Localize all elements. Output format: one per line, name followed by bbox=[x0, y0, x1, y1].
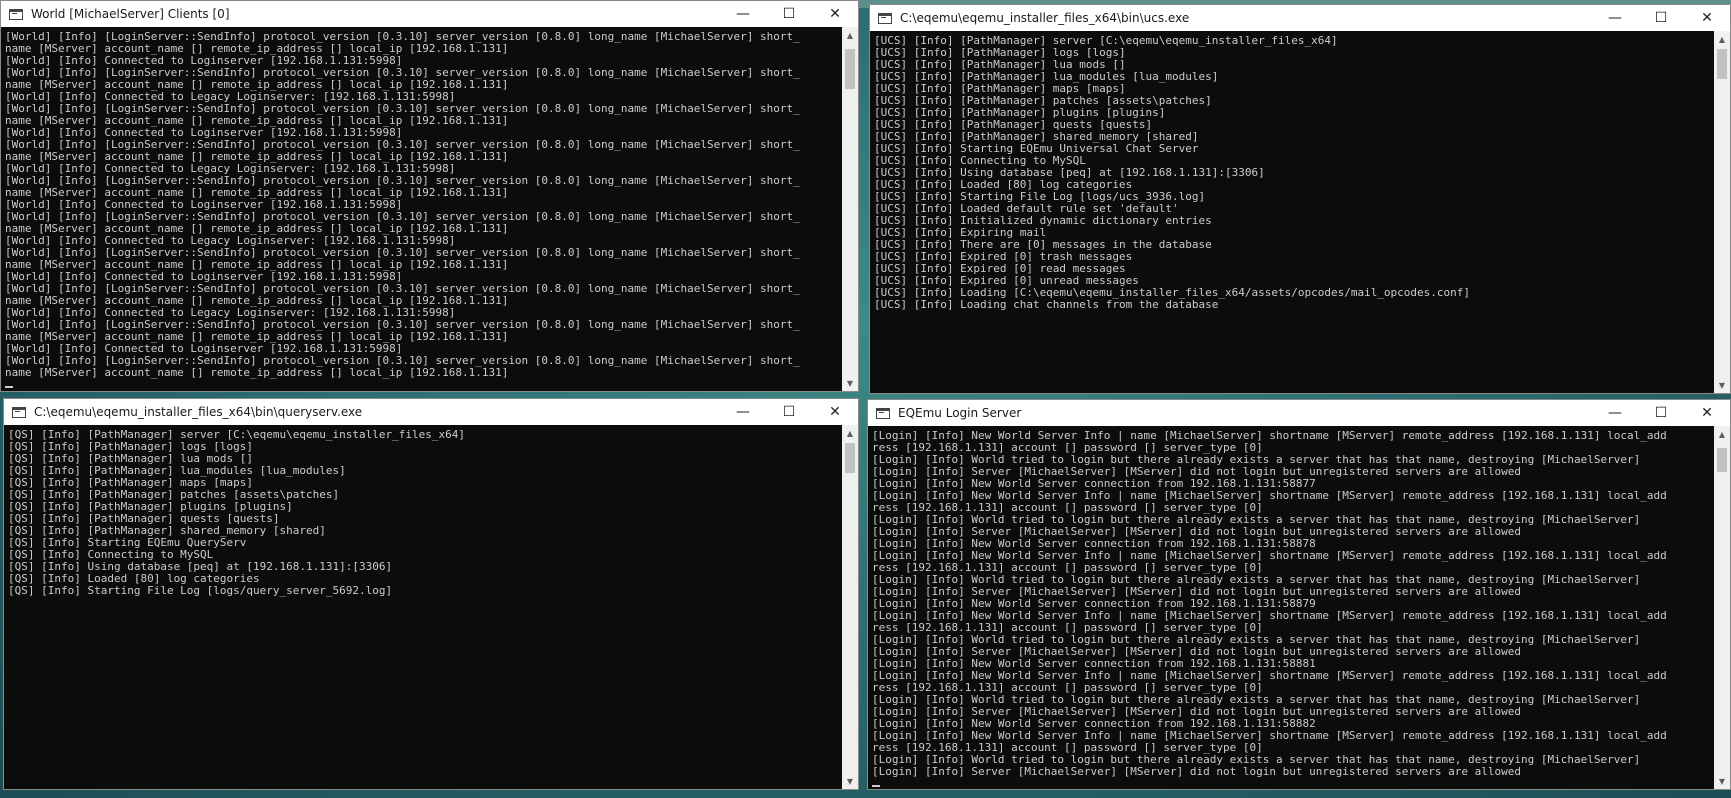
title-bar[interactable]: World [MichaelServer] Clients [0] — ☐ ✕ bbox=[1, 1, 858, 27]
minimize-button[interactable]: — bbox=[1592, 5, 1638, 31]
console-line: name [MServer] account_name [] remote_ip… bbox=[5, 366, 509, 379]
title-bar[interactable]: C:\eqemu\eqemu_installer_files_x64\bin\u… bbox=[870, 5, 1730, 31]
title-bar[interactable]: EQEmu Login Server — ☐ ✕ bbox=[868, 400, 1730, 426]
window-title: World [MichaelServer] Clients [0] bbox=[31, 7, 230, 21]
world-console-window[interactable]: World [MichaelServer] Clients [0] — ☐ ✕ … bbox=[0, 0, 859, 392]
scroll-up-arrow-icon[interactable]: ▲ bbox=[842, 425, 858, 441]
close-button[interactable]: ✕ bbox=[812, 1, 858, 27]
console-output[interactable]: [World] [Info] [LoginServer::SendInfo] p… bbox=[1, 27, 842, 391]
vertical-scrollbar[interactable]: ▲ ▼ bbox=[1714, 426, 1730, 789]
close-button[interactable]: ✕ bbox=[1684, 400, 1730, 426]
maximize-button[interactable]: ☐ bbox=[1638, 5, 1684, 31]
scroll-up-arrow-icon[interactable]: ▲ bbox=[1714, 426, 1730, 442]
window-title: EQEmu Login Server bbox=[898, 406, 1022, 420]
minimize-button[interactable]: — bbox=[720, 1, 766, 27]
minimize-button[interactable]: — bbox=[1592, 400, 1638, 426]
login-server-console-window[interactable]: EQEmu Login Server — ☐ ✕ [Login] [Info] … bbox=[867, 399, 1731, 790]
text-cursor bbox=[5, 386, 13, 388]
queryserv-console-window[interactable]: C:\eqemu\eqemu_installer_files_x64\bin\q… bbox=[3, 398, 859, 790]
maximize-button[interactable]: ☐ bbox=[1638, 400, 1684, 426]
scroll-down-arrow-icon[interactable]: ▼ bbox=[1714, 773, 1730, 789]
minimize-button[interactable]: — bbox=[720, 399, 766, 425]
text-cursor bbox=[872, 785, 880, 787]
console-output[interactable]: [UCS] [Info] [PathManager] server [C:\eq… bbox=[870, 31, 1714, 393]
vertical-scrollbar[interactable]: ▲ ▼ bbox=[842, 425, 858, 789]
close-button[interactable]: ✕ bbox=[1684, 5, 1730, 31]
console-output[interactable]: [Login] [Info] New World Server Info | n… bbox=[868, 426, 1714, 789]
console-line: [QS] [Info] Starting File Log [logs/quer… bbox=[8, 584, 393, 597]
scroll-down-arrow-icon[interactable]: ▼ bbox=[842, 773, 858, 789]
console-output[interactable]: [QS] [Info] [PathManager] server [C:\eqe… bbox=[4, 425, 842, 789]
window-title: C:\eqemu\eqemu_installer_files_x64\bin\q… bbox=[34, 405, 363, 419]
console-window-icon bbox=[9, 8, 23, 20]
console-window-icon bbox=[878, 12, 892, 24]
title-bar[interactable]: C:\eqemu\eqemu_installer_files_x64\bin\q… bbox=[4, 399, 858, 425]
scroll-thumb[interactable] bbox=[845, 443, 855, 473]
close-button[interactable]: ✕ bbox=[812, 399, 858, 425]
console-line: [Login] [Info] Server [MichaelServer] [M… bbox=[872, 765, 1522, 778]
vertical-scrollbar[interactable]: ▲ ▼ bbox=[842, 27, 858, 391]
vertical-scrollbar[interactable]: ▲ ▼ bbox=[1714, 31, 1730, 393]
scroll-thumb[interactable] bbox=[845, 49, 855, 89]
scroll-up-arrow-icon[interactable]: ▲ bbox=[1714, 31, 1730, 47]
scroll-down-arrow-icon[interactable]: ▼ bbox=[1714, 377, 1730, 393]
maximize-button[interactable]: ☐ bbox=[766, 1, 812, 27]
scroll-thumb[interactable] bbox=[1717, 49, 1727, 79]
maximize-button[interactable]: ☐ bbox=[766, 399, 812, 425]
scroll-up-arrow-icon[interactable]: ▲ bbox=[842, 27, 858, 43]
console-window-icon bbox=[876, 407, 890, 419]
ucs-console-window[interactable]: C:\eqemu\eqemu_installer_files_x64\bin\u… bbox=[869, 4, 1731, 394]
scroll-down-arrow-icon[interactable]: ▼ bbox=[842, 375, 858, 391]
window-title: C:\eqemu\eqemu_installer_files_x64\bin\u… bbox=[900, 11, 1190, 25]
console-line: [UCS] [Info] Loading chat channels from … bbox=[874, 298, 1219, 311]
console-window-icon bbox=[12, 406, 26, 418]
scroll-thumb[interactable] bbox=[1717, 448, 1727, 472]
